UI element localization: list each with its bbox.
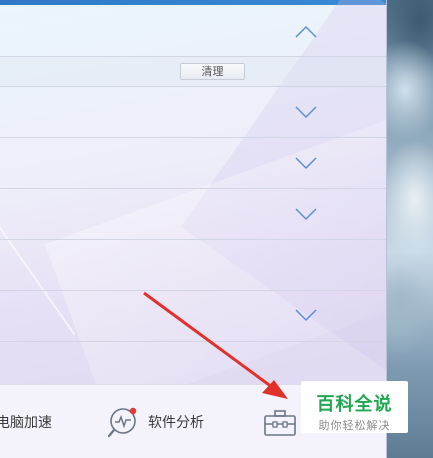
chevron-up-icon[interactable] <box>295 25 317 39</box>
toolbox-button[interactable] <box>263 385 297 458</box>
section-subrow: 清理 <box>0 57 386 87</box>
chevron-down-icon[interactable] <box>295 308 317 322</box>
section-row[interactable] <box>0 291 386 342</box>
chevron-down-icon[interactable] <box>295 156 317 170</box>
watermark-title: 百科全说 <box>316 394 393 415</box>
section-row-expanded[interactable] <box>0 5 386 57</box>
watermark-logo: 百科全说 助你轻松解决 <box>301 381 408 433</box>
software-analysis-button[interactable]: 软件分析 <box>106 385 204 458</box>
toolbox-icon <box>264 410 296 436</box>
computer-accelerate-label: 电脑加速 <box>0 415 52 431</box>
software-analysis-icon <box>107 407 137 438</box>
clean-button[interactable]: 清理 <box>180 63 245 80</box>
software-analysis-label: 软件分析 <box>148 415 204 431</box>
section-row[interactable] <box>0 240 386 291</box>
section-row[interactable] <box>0 138 386 189</box>
section-row[interactable] <box>0 87 386 138</box>
chevron-down-icon[interactable] <box>295 105 317 119</box>
section-row[interactable] <box>0 189 386 240</box>
watermark-subtitle: 助你轻松解决 <box>318 419 391 432</box>
chevron-down-icon[interactable] <box>295 207 317 221</box>
computer-accelerate-button[interactable]: 电脑加速 <box>0 385 52 458</box>
